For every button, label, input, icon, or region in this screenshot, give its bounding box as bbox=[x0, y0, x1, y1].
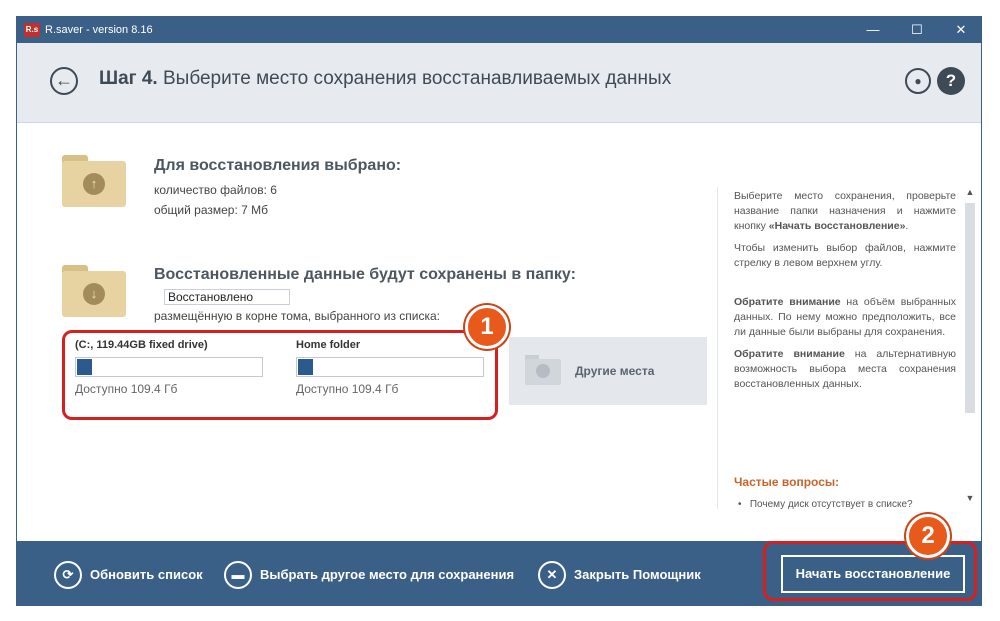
faq-link[interactable]: • Почему диск отсутствует в списке? bbox=[738, 499, 913, 509]
scroll-thumb[interactable] bbox=[965, 203, 975, 413]
folder-icon bbox=[525, 355, 561, 385]
help-paragraph: Выберите место сохранения, проверьте наз… bbox=[734, 190, 956, 232]
step-marker-1: 1 bbox=[465, 305, 509, 349]
close-button[interactable]: ✕ bbox=[939, 17, 981, 43]
file-count: количество файлов: 6 bbox=[154, 183, 277, 197]
help-icon[interactable]: ? bbox=[937, 67, 965, 95]
help-paragraph: Обратите внимание на объём выбранных дан… bbox=[734, 296, 956, 338]
destination-hint: размещённую в корне тома, выбранного из … bbox=[154, 309, 441, 323]
step-title-text: Выберите место сохранения восстанавливае… bbox=[162, 68, 672, 89]
folder-icon: ▬ bbox=[224, 561, 252, 589]
other-places-button[interactable]: Другие места bbox=[509, 337, 707, 405]
other-places-label: Другие места bbox=[575, 364, 655, 378]
folder-download-icon: ↓ bbox=[62, 265, 126, 317]
wizard-header: ← Шаг 4. Выберите место сохранения восст… bbox=[17, 43, 981, 123]
help-panel: Выберите место сохранения, проверьте наз… bbox=[717, 187, 963, 509]
page-title: Шаг 4. Выберите место сохранения восстан… bbox=[99, 68, 671, 90]
folder-name-input[interactable] bbox=[164, 289, 290, 305]
refresh-icon: ⟳ bbox=[54, 561, 82, 589]
maximize-button[interactable]: ☐ bbox=[895, 17, 939, 43]
destination-title: Восстановленные данные будут сохранены в… bbox=[154, 266, 576, 283]
help-scrollbar[interactable]: ▲ ▼ bbox=[963, 187, 977, 509]
faq-title: Частые вопросы: bbox=[734, 475, 840, 489]
close-icon: ✕ bbox=[538, 561, 566, 589]
step-marker-2: 2 bbox=[906, 514, 950, 558]
app-logo-icon: R.s bbox=[24, 23, 40, 37]
help-paragraph: Обратите внимание на альтернативную возм… bbox=[734, 348, 956, 390]
back-arrow-icon[interactable]: ← bbox=[50, 67, 78, 95]
scroll-down-icon[interactable]: ▼ bbox=[963, 493, 977, 507]
help-paragraph: Чтобы изменить выбор файлов, нажмите стр… bbox=[734, 242, 956, 269]
title-bar: R.s R.saver - version 8.16 — ☐ ✕ bbox=[17, 17, 981, 43]
selection-title: Для восстановления выбрано: bbox=[154, 157, 402, 174]
folder-upload-icon: ↑ bbox=[62, 155, 126, 207]
scroll-up-icon[interactable]: ▲ bbox=[963, 187, 977, 201]
highlight-drives-box bbox=[62, 330, 498, 420]
user-icon[interactable]: ● bbox=[905, 68, 931, 94]
minimize-button[interactable]: — bbox=[851, 17, 895, 43]
step-label: Шаг 4. bbox=[99, 68, 158, 89]
total-size: общий размер: 7 Мб bbox=[154, 203, 269, 217]
window-title: R.saver - version 8.16 bbox=[45, 24, 153, 36]
